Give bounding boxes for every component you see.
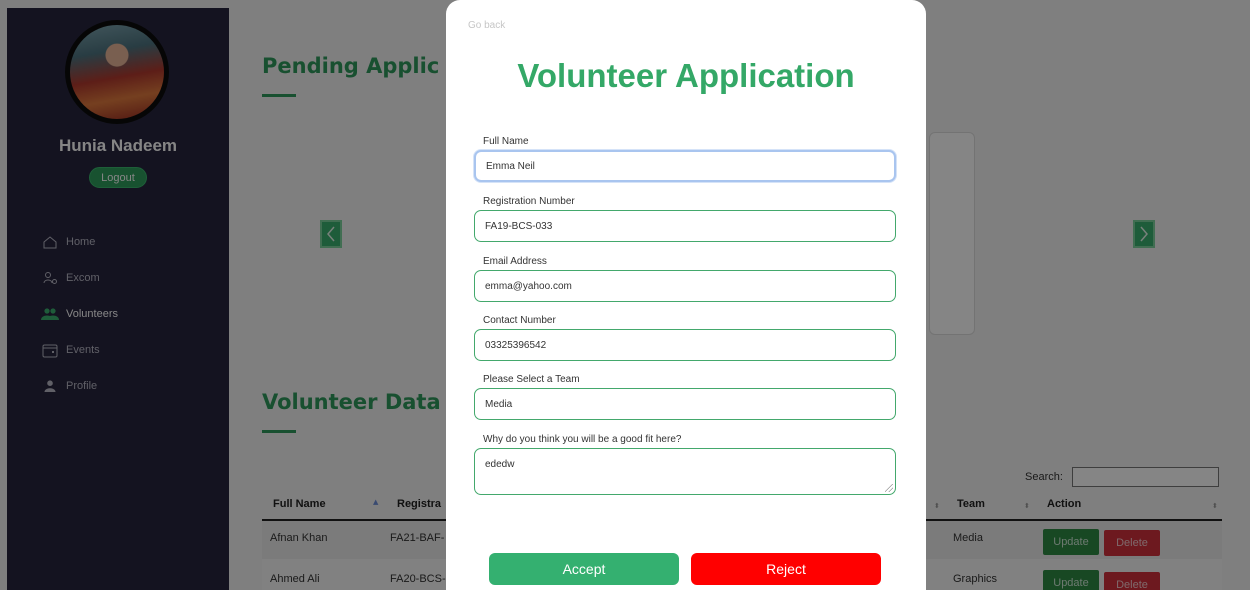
volunteer-application-modal: Go back Volunteer Application Full Name … — [446, 0, 926, 590]
fit-reason-textarea[interactable]: ededw — [474, 448, 896, 495]
contact-number-label: Contact Number — [483, 315, 556, 326]
resize-grip-icon[interactable] — [885, 484, 893, 492]
contact-number-field[interactable]: 03325396542 — [474, 329, 896, 361]
email-field[interactable]: emma@yahoo.com — [474, 270, 896, 302]
modal-title: Volunteer Application — [517, 57, 855, 94]
team-select[interactable]: Media — [474, 388, 896, 420]
reject-button[interactable]: Reject — [691, 553, 881, 585]
registration-number-label: Registration Number — [483, 196, 575, 207]
accept-button[interactable]: Accept — [489, 553, 679, 585]
go-back-link[interactable]: Go back — [468, 20, 505, 31]
registration-number-field[interactable]: FA19-BCS-033 — [474, 210, 896, 242]
fit-reason-text: ededw — [485, 459, 515, 470]
fit-reason-label: Why do you think you will be a good fit … — [483, 434, 682, 445]
full-name-label: Full Name — [483, 136, 529, 147]
email-label: Email Address — [483, 256, 547, 267]
full-name-field[interactable]: Emma Neil — [474, 150, 896, 182]
team-select-label: Please Select a Team — [483, 374, 580, 385]
